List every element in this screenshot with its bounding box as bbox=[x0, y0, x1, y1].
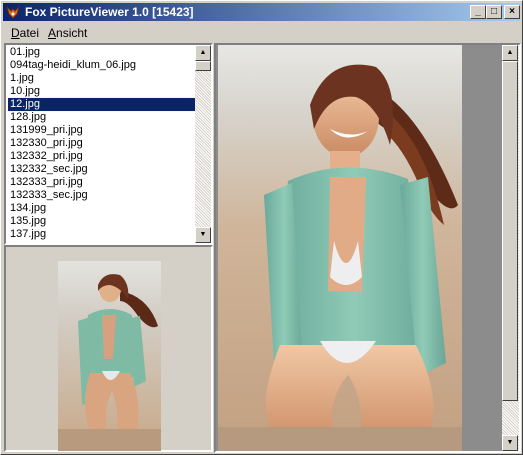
title-bar[interactable]: Fox PictureViewer 1.0 [15423] _ □ × bbox=[3, 3, 520, 21]
scroll-thumb[interactable] bbox=[195, 61, 211, 71]
main-image bbox=[218, 45, 462, 451]
fox-icon bbox=[6, 5, 20, 19]
file-list-item[interactable]: 137.jpg bbox=[8, 228, 195, 241]
file-list-item[interactable]: 132333_pri.jpg bbox=[8, 176, 195, 189]
file-list-item[interactable]: 132333_sec.jpg bbox=[8, 189, 195, 202]
file-list-scrollbar[interactable]: ▲ ▼ bbox=[195, 45, 211, 243]
viewer-scroll-thumb[interactable] bbox=[502, 61, 518, 401]
scroll-up-button[interactable]: ▲ bbox=[195, 45, 211, 61]
file-list-item[interactable]: 128.jpg bbox=[8, 111, 195, 124]
close-button[interactable]: × bbox=[504, 5, 520, 19]
maximize-button[interactable]: □ bbox=[486, 5, 502, 19]
scroll-down-button[interactable]: ▼ bbox=[195, 227, 211, 243]
file-list-item[interactable]: 12.jpg bbox=[7, 97, 196, 112]
file-list-item[interactable]: 10.jpg bbox=[8, 85, 195, 98]
file-list-item[interactable]: 132332_sec.jpg bbox=[8, 163, 195, 176]
viewer-scroll-down-button[interactable]: ▼ bbox=[502, 435, 518, 451]
file-list-item[interactable]: 135.jpg bbox=[8, 215, 195, 228]
thumbnail-image bbox=[58, 261, 161, 451]
file-list-item[interactable]: 132332_pri.jpg bbox=[8, 150, 195, 163]
menu-ansicht[interactable]: Ansicht bbox=[48, 26, 87, 40]
app-window: Fox PictureViewer 1.0 [15423] _ □ × Date… bbox=[0, 0, 523, 455]
file-list[interactable]: 01.jpg 094tag-heidi_klum_06.jpg 1.jpg 10.jp… bbox=[4, 43, 213, 245]
minimize-button[interactable]: _ bbox=[470, 5, 486, 19]
window-title: Fox PictureViewer 1.0 [15423] bbox=[25, 5, 194, 19]
file-list-item[interactable]: 132330_pri.jpg bbox=[8, 137, 195, 150]
viewer-scroll-up-button[interactable]: ▲ bbox=[502, 45, 518, 61]
file-list-item[interactable]: 094tag-heidi_klum_06.jpg bbox=[8, 59, 195, 72]
file-list-item[interactable]: 1.jpg bbox=[8, 72, 195, 85]
file-list-item[interactable]: 134.jpg bbox=[8, 202, 195, 215]
menu-bar: Datei Ansicht bbox=[3, 23, 520, 41]
viewer-scrollbar[interactable]: ▲ ▼ bbox=[502, 45, 519, 451]
file-list-items: 01.jpg 094tag-heidi_klum_06.jpg 1.jpg 10.jp… bbox=[7, 46, 196, 241]
file-list-item[interactable]: 01.jpg bbox=[8, 46, 195, 59]
thumbnail-preview bbox=[4, 245, 213, 452]
menu-datei[interactable]: Datei bbox=[11, 26, 39, 40]
main-image-viewer[interactable]: ▲ ▼ bbox=[214, 43, 521, 453]
file-list-item[interactable]: 131999_pri.jpg bbox=[8, 124, 195, 137]
